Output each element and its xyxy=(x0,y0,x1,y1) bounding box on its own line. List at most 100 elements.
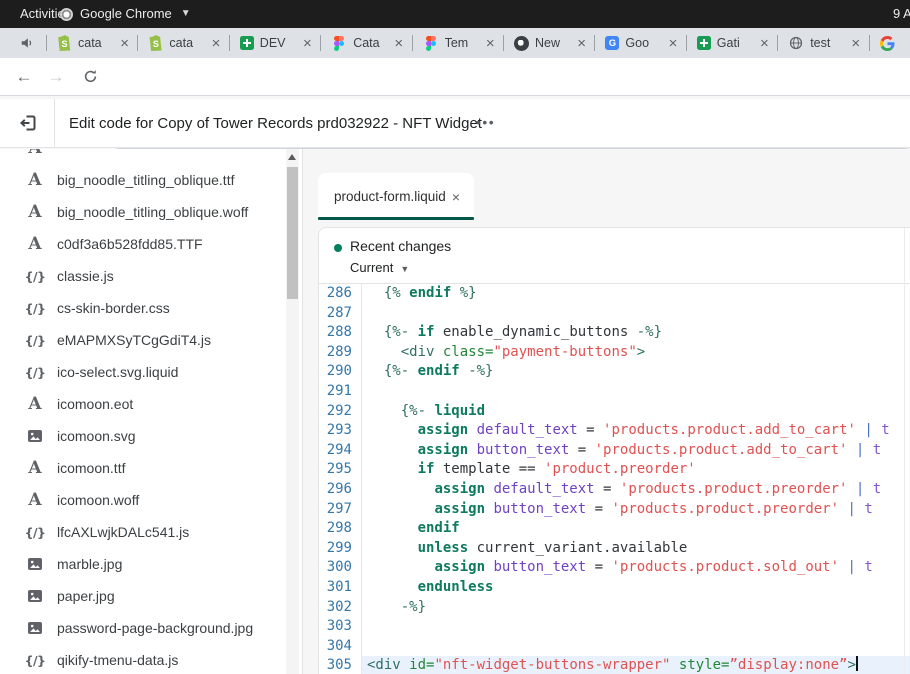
code-area[interactable]: 286 {% endif %}287288 {%- if enable_dyna… xyxy=(319,284,910,674)
tab-close-icon[interactable]: × xyxy=(486,36,495,51)
code-text: if template == 'product.preorder' xyxy=(362,460,910,480)
code-line[interactable]: 300 assign button_text = 'products.produ… xyxy=(319,558,910,578)
code-line[interactable]: 298 endif xyxy=(319,519,910,539)
code-line[interactable]: 297 assign button_text = 'products.produ… xyxy=(319,500,910,520)
browser-tab[interactable]: Tem × xyxy=(412,28,503,58)
sidebar-scrollbar[interactable] xyxy=(286,149,299,674)
browser-tab[interactable] xyxy=(869,28,910,58)
browser-tab[interactable]: GGoo× xyxy=(594,28,685,58)
translate-icon: G xyxy=(605,36,619,50)
close-icon[interactable]: × xyxy=(452,189,460,205)
file-list-item[interactable]: password-page-background.jpg xyxy=(0,612,302,644)
editor-file-tab[interactable]: product-form.liquid × xyxy=(318,173,474,220)
image-file-icon xyxy=(22,556,48,572)
file-list-item[interactable]: {/}ico-select.svg.liquid xyxy=(0,356,302,388)
code-line[interactable]: 296 assign default_text = 'products.prod… xyxy=(319,480,910,500)
tab-close-icon[interactable]: × xyxy=(669,36,678,51)
browser-tab-strip: Scata×Scata×DEV×Cata×Tem×New×GGoo×Gati×t… xyxy=(0,28,910,58)
code-line[interactable]: 292 {%- liquid xyxy=(319,402,910,422)
file-list-item[interactable]: Aicomoon.eot xyxy=(0,388,302,420)
code-line[interactable]: 304 xyxy=(319,637,910,657)
file-list-item[interactable]: {/}eMAPMXSyTCgGdiT4.js xyxy=(0,324,302,356)
speaker-icon[interactable] xyxy=(20,36,34,55)
scroll-up-arrow-icon[interactable] xyxy=(288,154,296,160)
browser-tab[interactable]: DEV× xyxy=(229,28,320,58)
file-list-item[interactable]: {/}cs-skin-border.css xyxy=(0,292,302,324)
shopify-icon: S xyxy=(148,35,163,51)
code-line[interactable]: 293 assign default_text = 'products.prod… xyxy=(319,421,910,441)
file-list-item[interactable]: icomoon.svg xyxy=(0,420,302,452)
file-list-item[interactable]: Abig_noodle_titling_oblique.ttf xyxy=(0,164,302,196)
file-list-item[interactable]: paper.jpg xyxy=(0,580,302,612)
chevron-down-icon: ▼ xyxy=(400,264,409,274)
more-actions-button[interactable]: ••• xyxy=(476,99,495,146)
tab-close-icon[interactable]: × xyxy=(303,36,312,51)
file-list-item[interactable]: A xyxy=(0,149,302,164)
code-line[interactable]: 288 {%- if enable_dynamic_buttons -%} xyxy=(319,323,910,343)
file-list-item[interactable]: Aicomoon.woff xyxy=(0,484,302,516)
browser-tab[interactable]: Scata× xyxy=(46,28,137,58)
code-line[interactable]: 302 -%} xyxy=(319,598,910,618)
browser-tab[interactable]: Gati× xyxy=(686,28,777,58)
font-file-icon: A xyxy=(22,236,48,253)
file-list-item[interactable]: {/}qikify-tmenu-data.js xyxy=(0,644,302,674)
line-number: 304 xyxy=(319,637,362,657)
scrollbar-thumb[interactable] xyxy=(287,167,298,299)
file-name: lfcAXLwjkDALc541.js xyxy=(57,524,189,540)
image-file-icon xyxy=(22,428,48,444)
version-dropdown[interactable]: Current▼ xyxy=(350,260,409,275)
tab-close-icon[interactable]: × xyxy=(120,36,129,51)
code-line[interactable]: 287 xyxy=(319,304,910,324)
file-list-item[interactable]: {/}classie.js xyxy=(0,260,302,292)
forward-button[interactable]: → xyxy=(44,65,68,89)
tab-close-icon[interactable]: × xyxy=(394,36,403,51)
line-number: 295 xyxy=(319,460,362,480)
line-number: 293 xyxy=(319,421,362,441)
text-cursor xyxy=(856,656,858,671)
exit-code-editor-icon[interactable] xyxy=(18,113,38,138)
tab-close-icon[interactable]: × xyxy=(851,36,860,51)
code-text: assign button_text = 'products.product.a… xyxy=(362,441,910,461)
code-line[interactable]: 290 {%- endif -%} xyxy=(319,362,910,382)
code-text xyxy=(362,617,910,637)
tab-close-icon[interactable]: × xyxy=(760,36,769,51)
code-text xyxy=(362,382,910,402)
browser-tab[interactable]: test× xyxy=(777,28,868,58)
file-name: password-page-background.jpg xyxy=(57,620,253,636)
page-title: Edit code for Copy of Tower Records prd0… xyxy=(69,99,482,148)
browser-tab[interactable]: Scata× xyxy=(137,28,228,58)
file-list-item[interactable]: Aicomoon.ttf xyxy=(0,452,302,484)
tab-title: Tem xyxy=(445,36,480,50)
code-line[interactable]: 301 endunless xyxy=(319,578,910,598)
file-list-item[interactable]: {/}lfcAXLwjkDALc541.js xyxy=(0,516,302,548)
code-line[interactable]: 289 <div class="payment-buttons"> xyxy=(319,343,910,363)
code-line[interactable]: 305<div id="nft-widget-buttons-wrapper" … xyxy=(319,656,910,674)
image-file-icon xyxy=(22,620,48,636)
line-number: 298 xyxy=(319,519,362,539)
browser-tab[interactable]: Cata× xyxy=(320,28,411,58)
line-number: 299 xyxy=(319,539,362,559)
tab-close-icon[interactable]: × xyxy=(212,36,221,51)
figma-icon xyxy=(331,35,347,51)
browser-tab[interactable]: New× xyxy=(503,28,594,58)
line-number: 294 xyxy=(319,441,362,461)
code-line[interactable]: 291 xyxy=(319,382,910,402)
file-list-item[interactable]: Abig_noodle_titling_oblique.woff xyxy=(0,196,302,228)
code-text: {% endif %} xyxy=(362,284,910,304)
file-list: AAbig_noodle_titling_oblique.ttfAbig_noo… xyxy=(0,149,302,674)
code-line[interactable]: 299 unless current_variant.available xyxy=(319,539,910,559)
tab-close-icon[interactable]: × xyxy=(577,36,586,51)
back-button[interactable]: ← xyxy=(12,65,36,89)
chevron-down-icon: ▼ xyxy=(181,0,191,28)
app-menu[interactable]: Google Chrome ▼ xyxy=(60,0,191,28)
font-file-icon: A xyxy=(22,492,48,509)
editor-header: Recent changes Current▼ xyxy=(319,228,910,284)
code-line[interactable]: 286 {% endif %} xyxy=(319,284,910,304)
line-number: 300 xyxy=(319,558,362,578)
file-list-item[interactable]: Ac0df3a6b528fdd85.TTF xyxy=(0,228,302,260)
code-line[interactable]: 303 xyxy=(319,617,910,637)
code-line[interactable]: 294 assign button_text = 'products.produ… xyxy=(319,441,910,461)
code-line[interactable]: 295 if template == 'product.preorder' xyxy=(319,460,910,480)
reload-button[interactable] xyxy=(78,65,102,89)
file-list-item[interactable]: marble.jpg xyxy=(0,548,302,580)
